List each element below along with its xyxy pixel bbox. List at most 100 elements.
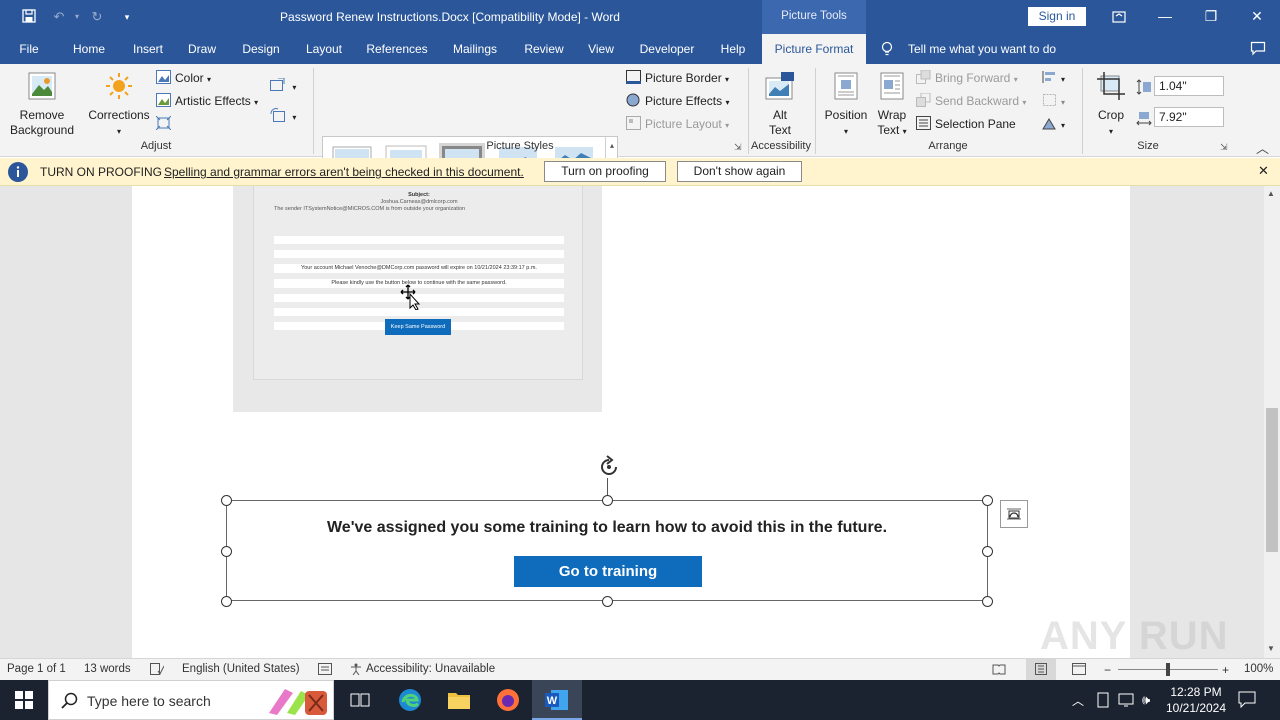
resize-handle-ne[interactable] [982, 495, 993, 506]
crop-button[interactable]: Crop ▾ [1090, 72, 1132, 139]
send-backward-button[interactable]: Send Backward ▾ [916, 91, 1026, 111]
tab-draw[interactable]: Draw [180, 34, 224, 64]
resize-handle-sw[interactable] [221, 596, 232, 607]
track-changes-icon[interactable] [318, 663, 332, 678]
tab-references[interactable]: References [362, 34, 432, 64]
training-image[interactable]: We've assigned you some training to lear… [226, 500, 988, 601]
word-count[interactable]: 13 words [84, 663, 131, 675]
align-button[interactable]: ▾ [1042, 68, 1065, 88]
size-dialog-launcher-icon[interactable]: ⇲ [1220, 142, 1228, 153]
message-link[interactable]: Spelling and grammar errors aren't being… [164, 165, 524, 179]
taskbar-search-box[interactable]: Type here to search [48, 680, 334, 720]
close-message-icon[interactable]: ✕ [1258, 163, 1269, 179]
task-view-icon[interactable] [350, 691, 370, 712]
height-input[interactable]: 1.04" [1154, 76, 1224, 96]
compress-pictures-button[interactable] [155, 114, 175, 134]
proofing-icon[interactable] [150, 663, 165, 678]
tab-insert[interactable]: Insert [124, 34, 172, 64]
proofing-message-bar: TURN ON PROOFING Spelling and grammar er… [0, 158, 1280, 186]
device-icon[interactable] [1096, 692, 1110, 711]
scroll-up-icon[interactable]: ▲ [1267, 189, 1275, 198]
ribbon-display-options-icon[interactable] [1096, 0, 1142, 34]
tab-file[interactable]: File [10, 34, 48, 64]
artistic-effects-button[interactable]: Artistic Effects ▾ [156, 91, 258, 111]
resize-handle-e[interactable] [982, 546, 993, 557]
show-hidden-icons-icon[interactable]: ︿ [1072, 692, 1084, 709]
tab-help[interactable]: Help [712, 34, 754, 64]
layout-options-button[interactable] [1000, 500, 1028, 528]
turn-on-proofing-button[interactable]: Turn on proofing [544, 161, 666, 182]
zoom-out-icon[interactable]: − [1104, 663, 1111, 677]
web-layout-icon[interactable] [1072, 663, 1086, 678]
windows-start-icon[interactable] [15, 691, 33, 712]
zoom-slider-thumb[interactable] [1166, 663, 1170, 676]
remove-background-button[interactable]: Remove Background [6, 72, 78, 138]
page-count[interactable]: Page 1 of 1 [7, 663, 66, 675]
resize-handle-se[interactable] [982, 596, 993, 607]
sign-in-button[interactable]: Sign in [1028, 7, 1086, 26]
resize-handle-nw[interactable] [221, 495, 232, 506]
move-cursor-icon [400, 284, 422, 313]
file-explorer-icon[interactable] [447, 689, 471, 714]
tab-home[interactable]: Home [66, 34, 112, 64]
bring-forward-icon [916, 69, 931, 84]
width-input[interactable]: 7.92" [1154, 107, 1224, 127]
resize-handle-s[interactable] [602, 596, 613, 607]
ribbon-tabs: File Home Insert Draw Design Layout Refe… [0, 34, 1280, 64]
email-subject-label: Subject: [408, 192, 430, 198]
scroll-down-icon[interactable]: ▼ [1267, 644, 1275, 653]
tell-me-search[interactable]: Tell me what you want to do [908, 34, 1056, 64]
selection-pane-button[interactable]: Selection Pane [916, 114, 1016, 134]
edge-icon[interactable] [398, 688, 422, 715]
reset-picture-button[interactable]: ▾ [270, 106, 296, 126]
dialog-launcher-icon[interactable]: ⇲ [734, 142, 742, 153]
print-layout-button[interactable] [1026, 659, 1056, 681]
picture-tools-label: Picture Tools [762, 0, 866, 34]
keep-password-button: Keep Same Password [385, 319, 451, 335]
read-mode-icon[interactable] [992, 663, 1006, 678]
tab-review[interactable]: Review [516, 34, 572, 64]
volume-icon[interactable]: 🕪 [1142, 692, 1150, 708]
accessibility-icon[interactable] [348, 663, 364, 678]
comments-icon[interactable] [1250, 41, 1266, 59]
tab-picture-format[interactable]: Picture Format [762, 34, 866, 64]
tab-layout[interactable]: Layout [296, 34, 352, 64]
taskbar-clock[interactable]: 12:28 PM 10/21/2024 [1160, 684, 1232, 716]
tab-mailings[interactable]: Mailings [444, 34, 506, 64]
network-icon[interactable] [1118, 692, 1136, 711]
zoom-level[interactable]: 100% [1244, 663, 1273, 675]
tab-developer[interactable]: Developer [632, 34, 702, 64]
restore-icon[interactable]: ❐ [1188, 0, 1234, 34]
resize-handle-n[interactable] [602, 495, 613, 506]
vertical-scrollbar[interactable]: ▲ ▼ [1264, 186, 1280, 658]
tab-design[interactable]: Design [234, 34, 288, 64]
change-picture-button[interactable]: ▾ [270, 76, 296, 96]
corrections-button[interactable]: Corrections ▾ [84, 72, 154, 139]
document-page[interactable]: Subject: Joshua.Carneas@dmlcorp.com The … [132, 186, 1228, 658]
tab-view[interactable]: View [580, 34, 622, 64]
close-icon[interactable]: ✕ [1234, 0, 1280, 34]
firefox-icon[interactable] [496, 688, 520, 715]
group-objects-button[interactable]: ▾ [1042, 91, 1065, 111]
scroll-thumb[interactable] [1266, 408, 1278, 552]
bring-forward-button[interactable]: Bring Forward ▾ [916, 68, 1018, 88]
accessibility-status[interactable]: Accessibility: Unavailable [366, 663, 495, 675]
dont-show-again-button[interactable]: Don't show again [677, 161, 802, 182]
ribbon: Remove Background Corrections ▾ Color ▾ A… [0, 64, 1280, 193]
language[interactable]: English (United States) [182, 663, 300, 675]
rotate-handle-icon[interactable] [596, 454, 622, 483]
alt-text-button[interactable]: Alt Text [754, 72, 806, 138]
word-taskbar-button[interactable]: W [532, 680, 582, 720]
position-button[interactable]: Position ▾ [820, 72, 872, 139]
rotate-button[interactable]: ▾ [1042, 114, 1065, 134]
resize-handle-w[interactable] [221, 546, 232, 557]
minimize-icon[interactable]: — [1142, 0, 1188, 34]
picture-border-button[interactable]: Picture Border ▾ [626, 68, 729, 88]
collapse-ribbon-icon[interactable]: ︿ [1256, 138, 1269, 157]
color-button[interactable]: Color ▾ [156, 68, 211, 88]
picture-effects-button[interactable]: Picture Effects ▾ [626, 91, 730, 111]
zoom-in-icon[interactable]: + [1222, 663, 1229, 677]
picture-layout-button[interactable]: Picture Layout ▾ [626, 114, 729, 134]
wrap-text-button[interactable]: Wrap Text ▾ [872, 72, 912, 139]
notifications-icon[interactable] [1238, 690, 1256, 711]
